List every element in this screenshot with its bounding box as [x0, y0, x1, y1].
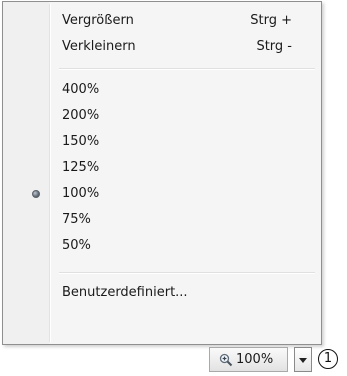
- menu-separator: [59, 68, 315, 70]
- selected-radio-bullet-icon: [32, 190, 40, 198]
- screenshot-stage: Vergrößern Strg + Verkleinern Strg - 400…: [0, 0, 347, 376]
- menu-item-zoom-in[interactable]: Vergrößern Strg +: [5, 8, 319, 34]
- menu-separator: [59, 272, 315, 274]
- menu-item-label: Benutzerdefiniert...: [62, 285, 188, 300]
- menu-item-zoom-200[interactable]: 200%: [5, 103, 319, 129]
- menu-item-zoom-75[interactable]: 75%: [5, 207, 319, 233]
- menu-item-label: 150%: [62, 134, 100, 149]
- menu-item-label: 125%: [62, 160, 100, 175]
- menu-item-label: 50%: [62, 238, 91, 253]
- zoom-value-label: 100%: [236, 352, 274, 367]
- menu-item-zoom-400[interactable]: 400%: [5, 77, 319, 103]
- menu-item-zoom-150[interactable]: 150%: [5, 129, 319, 155]
- menu-item-label: 200%: [62, 108, 100, 123]
- menu-item-label: Vergrößern: [62, 13, 134, 28]
- menu-item-shortcut: Strg -: [256, 39, 292, 54]
- zoom-context-menu: Vergrößern Strg + Verkleinern Strg - 400…: [2, 1, 322, 345]
- zoom-dropdown-button[interactable]: [294, 347, 312, 372]
- menu-item-label: 400%: [62, 82, 100, 97]
- menu-item-label: Verkleinern: [62, 39, 136, 54]
- menu-item-label: 75%: [62, 212, 91, 227]
- menu-item-zoom-out[interactable]: Verkleinern Strg -: [5, 34, 319, 60]
- menu-item-zoom-100[interactable]: 100%: [5, 181, 319, 207]
- menu-item-custom-zoom[interactable]: Benutzerdefiniert...: [5, 280, 319, 306]
- menu-item-zoom-125[interactable]: 125%: [5, 155, 319, 181]
- menu-item-label: 100%: [62, 186, 100, 201]
- zoom-level-button[interactable]: 100%: [209, 347, 288, 372]
- callout-number-badge: 1: [318, 349, 338, 369]
- menu-item-zoom-50[interactable]: 50%: [5, 233, 319, 259]
- chevron-down-icon: [299, 358, 307, 363]
- magnifier-icon: [219, 353, 233, 367]
- menu-item-shortcut: Strg +: [250, 13, 292, 28]
